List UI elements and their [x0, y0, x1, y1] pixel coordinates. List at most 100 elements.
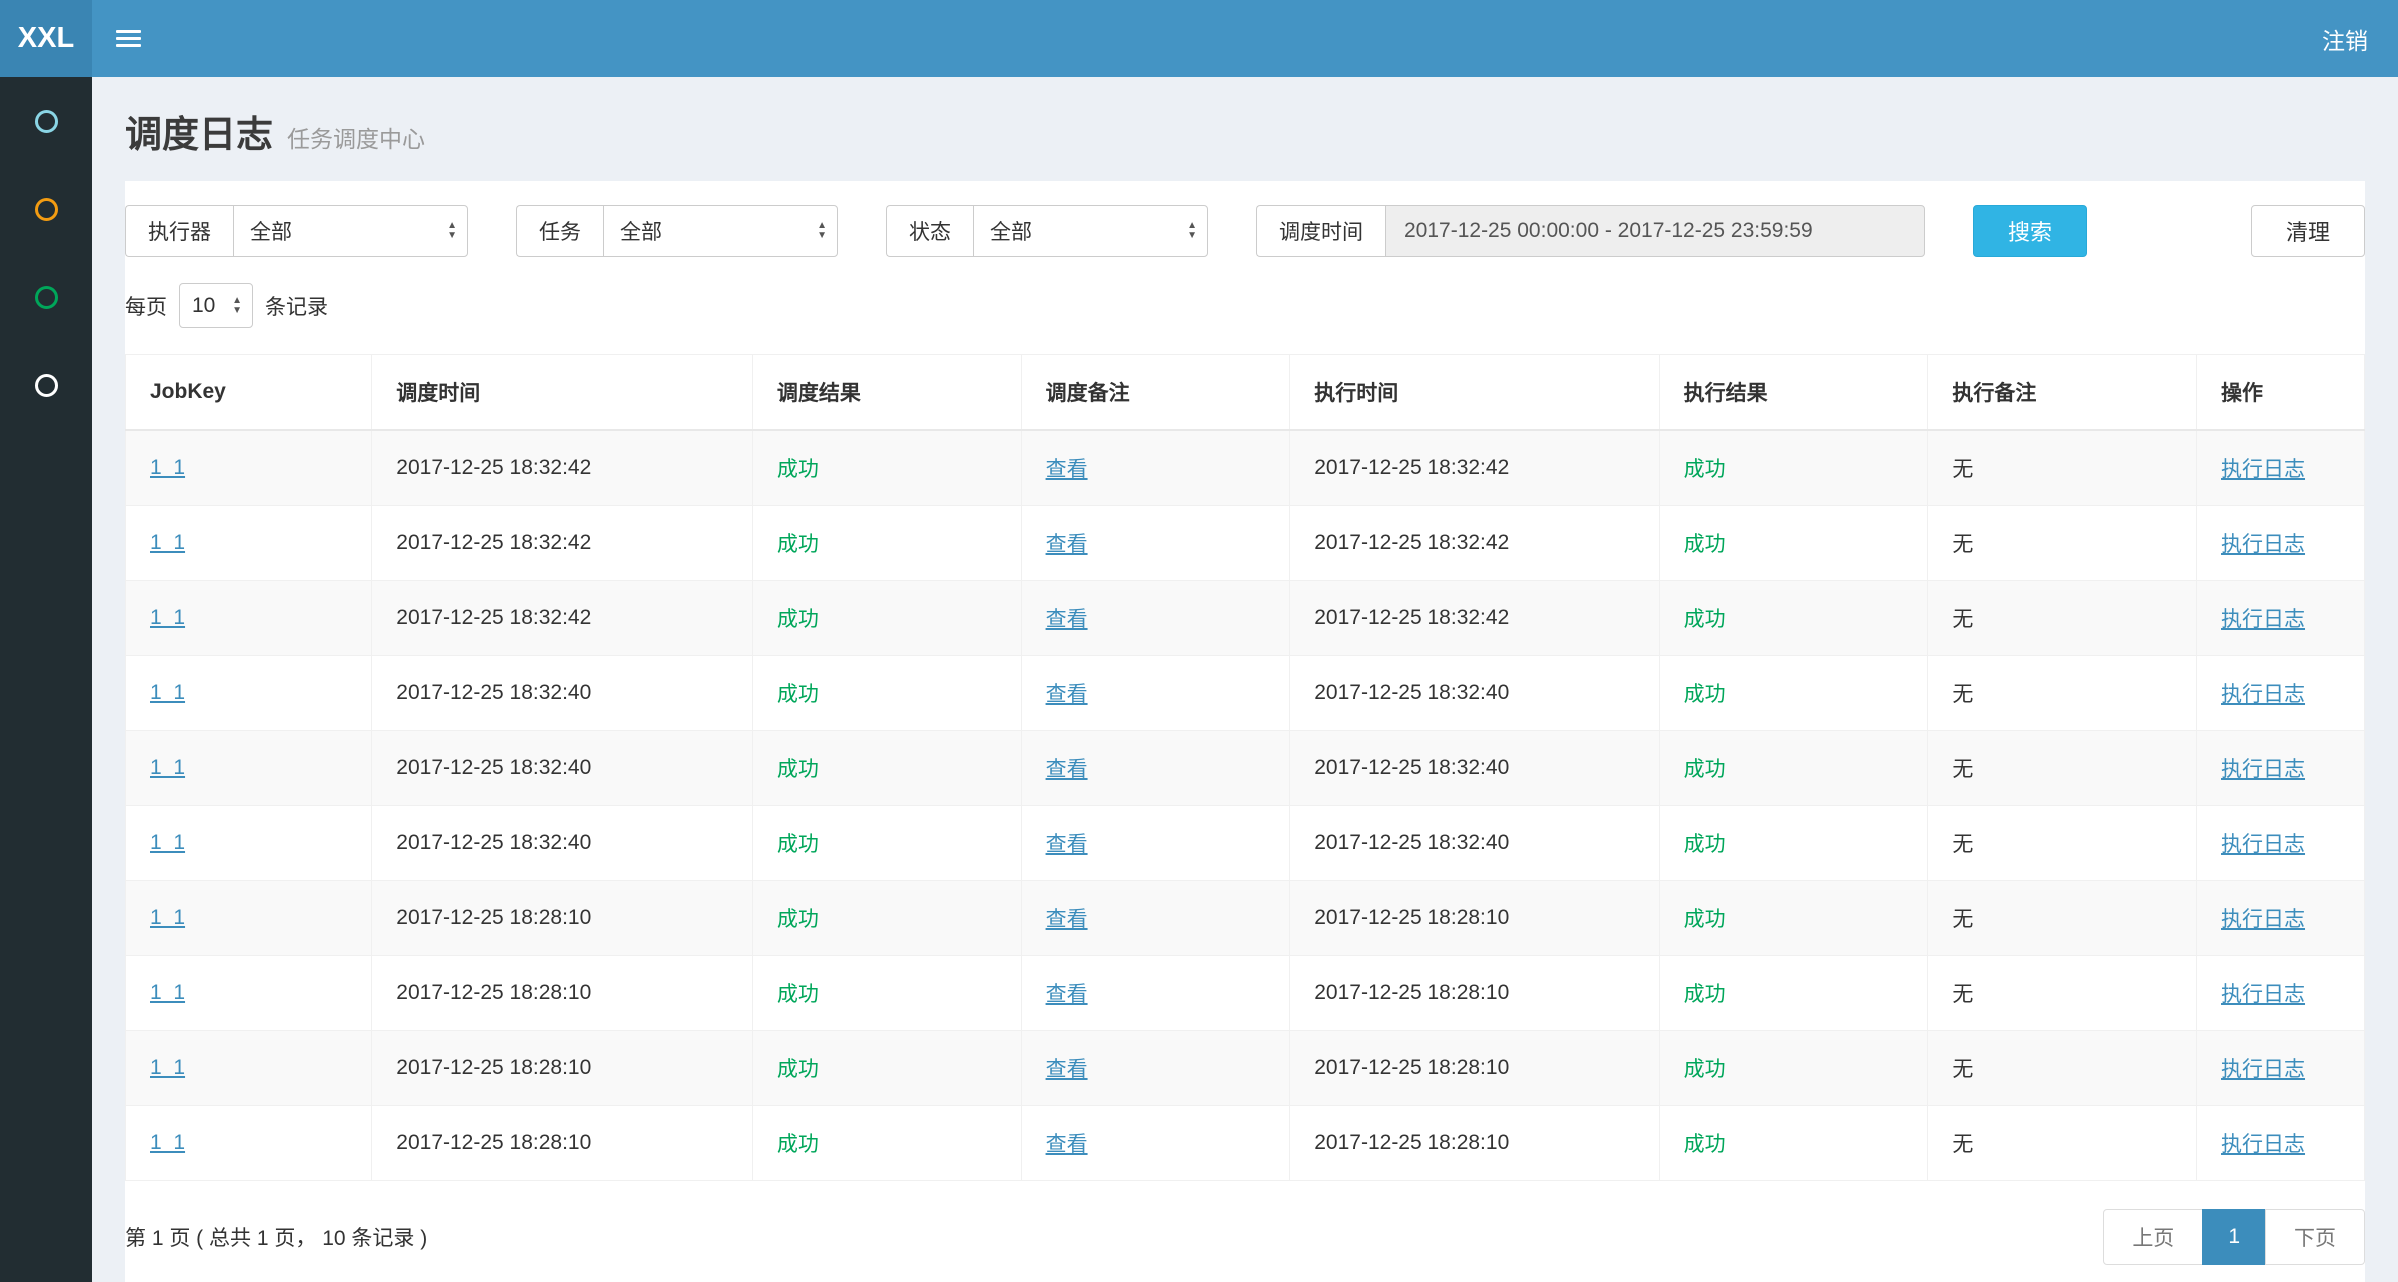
page-size-select[interactable]: 10 [179, 283, 253, 328]
status-filter-select[interactable]: 全部 [973, 205, 1208, 257]
trigger-msg-link-cell: 查看 [1021, 581, 1290, 656]
sidebar-toggle-button[interactable] [92, 0, 164, 77]
trigger-msg-link[interactable]: 查看 [1046, 758, 1088, 781]
trigger-result-cell: 成功 [752, 656, 1021, 731]
filter-toolbar: 执行器 全部 任务 全部 状态 全部 [125, 205, 2365, 257]
job-key-link[interactable]: 1_1 [150, 906, 185, 929]
search-button[interactable]: 搜索 [1973, 205, 2087, 257]
trigger-msg-link[interactable]: 查看 [1046, 833, 1088, 856]
job-key-link[interactable]: 1_1 [150, 981, 185, 1004]
handle-msg-cell: 无 [1928, 956, 2197, 1031]
content-header: 调度日志 任务调度中心 [92, 77, 2398, 181]
sidebar-item-3[interactable] [0, 253, 92, 341]
pagination-info: 第 1 页 ( 总共 1 页， 10 条记录 ) [125, 1222, 427, 1252]
exec-log-link[interactable]: 执行日志 [2221, 533, 2305, 556]
prev-page-button[interactable]: 上页 [2103, 1209, 2203, 1265]
exec-log-link-cell: 执行日志 [2197, 430, 2365, 506]
handle-result-cell: 成功 [1659, 430, 1928, 506]
trigger-time-cell: 2017-12-25 18:32:40 [372, 731, 753, 806]
col-header-trigger-msg: 调度备注 [1021, 355, 1290, 431]
handle-time-cell: 2017-12-25 18:28:10 [1290, 881, 1659, 956]
trigger-time-range-input[interactable] [1385, 205, 1925, 257]
page-title-text: 调度日志 [125, 104, 273, 158]
trigger-msg-link-cell: 查看 [1021, 806, 1290, 881]
exec-log-link[interactable]: 执行日志 [2221, 683, 2305, 706]
trigger-msg-link[interactable]: 查看 [1046, 533, 1088, 556]
job-filter: 任务 全部 [516, 205, 838, 257]
job-key-link[interactable]: 1_1 [150, 1131, 185, 1154]
handle-time-cell: 2017-12-25 18:32:40 [1290, 731, 1659, 806]
exec-log-link-cell: 执行日志 [2197, 656, 2365, 731]
job-key-link-cell: 1_1 [126, 806, 372, 881]
job-key-link-cell: 1_1 [126, 731, 372, 806]
handle-msg-cell: 无 [1928, 656, 2197, 731]
exec-log-link[interactable]: 执行日志 [2221, 608, 2305, 631]
handle-time-cell: 2017-12-25 18:32:40 [1290, 656, 1659, 731]
job-filter-select[interactable]: 全部 [603, 205, 838, 257]
exec-log-link[interactable]: 执行日志 [2221, 458, 2305, 481]
trigger-msg-link-cell: 查看 [1021, 881, 1290, 956]
exec-log-link-cell: 执行日志 [2197, 506, 2365, 581]
executor-filter-select[interactable]: 全部 [233, 205, 468, 257]
job-key-link[interactable]: 1_1 [150, 831, 185, 854]
exec-log-link[interactable]: 执行日志 [2221, 833, 2305, 856]
sidebar-item-2[interactable] [0, 165, 92, 253]
exec-log-link-cell: 执行日志 [2197, 1106, 2365, 1181]
exec-log-link-cell: 执行日志 [2197, 581, 2365, 656]
current-page-button[interactable]: 1 [2202, 1209, 2266, 1265]
exec-log-link-cell: 执行日志 [2197, 956, 2365, 1031]
job-key-link[interactable]: 1_1 [150, 456, 185, 479]
trigger-msg-link[interactable]: 查看 [1046, 908, 1088, 931]
job-key-link[interactable]: 1_1 [150, 681, 185, 704]
log-table-header: JobKey 调度时间 调度结果 调度备注 执行时间 执行结果 执行备注 操作 [126, 355, 2365, 431]
col-header-trigger-time: 调度时间 [372, 355, 753, 431]
sidebar-item-1[interactable] [0, 77, 92, 165]
trigger-result-cell: 成功 [752, 581, 1021, 656]
handle-time-cell: 2017-12-25 18:32:42 [1290, 506, 1659, 581]
trigger-result-cell: 成功 [752, 1106, 1021, 1181]
handle-msg-cell: 无 [1928, 1031, 2197, 1106]
trigger-msg-link-cell: 查看 [1021, 731, 1290, 806]
page-size-control: 每页 10 条记录 [125, 283, 2365, 328]
job-key-link-cell: 1_1 [126, 1031, 372, 1106]
handle-result-cell: 成功 [1659, 1031, 1928, 1106]
trigger-msg-link[interactable]: 查看 [1046, 683, 1088, 706]
table-footer: 第 1 页 ( 总共 1 页， 10 条记录 ) 上页 1 下页 [125, 1209, 2365, 1265]
trigger-msg-link[interactable]: 查看 [1046, 608, 1088, 631]
clear-button[interactable]: 清理 [2251, 205, 2365, 257]
trigger-msg-link[interactable]: 查看 [1046, 1058, 1088, 1081]
trigger-msg-link[interactable]: 查看 [1046, 1133, 1088, 1156]
job-key-link-cell: 1_1 [126, 1106, 372, 1181]
trigger-time-cell: 2017-12-25 18:32:42 [372, 506, 753, 581]
trigger-result-cell: 成功 [752, 731, 1021, 806]
status-filter-label: 状态 [886, 205, 973, 257]
col-header-handle-result: 执行结果 [1659, 355, 1928, 431]
trigger-msg-link[interactable]: 查看 [1046, 983, 1088, 1006]
next-page-button[interactable]: 下页 [2265, 1209, 2365, 1265]
exec-log-link[interactable]: 执行日志 [2221, 983, 2305, 1006]
job-key-link[interactable]: 1_1 [150, 1056, 185, 1079]
handle-time-cell: 2017-12-25 18:28:10 [1290, 956, 1659, 1031]
exec-log-link[interactable]: 执行日志 [2221, 758, 2305, 781]
app-logo[interactable]: XXL [0, 0, 92, 77]
handle-msg-cell: 无 [1928, 506, 2197, 581]
sidebar-item-4[interactable] [0, 341, 92, 429]
exec-log-link[interactable]: 执行日志 [2221, 908, 2305, 931]
trigger-msg-link[interactable]: 查看 [1046, 458, 1088, 481]
exec-log-link-cell: 执行日志 [2197, 881, 2365, 956]
handle-time-cell: 2017-12-25 18:28:10 [1290, 1106, 1659, 1181]
exec-log-link[interactable]: 执行日志 [2221, 1058, 2305, 1081]
trigger-result-cell: 成功 [752, 506, 1021, 581]
page-size-suffix: 条记录 [265, 291, 328, 321]
logout-link[interactable]: 注销 [2292, 22, 2398, 56]
job-key-link[interactable]: 1_1 [150, 531, 185, 554]
handle-result-cell: 成功 [1659, 656, 1928, 731]
table-row: 1_12017-12-25 18:32:42成功查看2017-12-25 18:… [126, 581, 2365, 656]
trigger-result-cell: 成功 [752, 881, 1021, 956]
job-key-link[interactable]: 1_1 [150, 756, 185, 779]
exec-log-link[interactable]: 执行日志 [2221, 1133, 2305, 1156]
circle-icon [35, 286, 58, 309]
handle-msg-cell: 无 [1928, 806, 2197, 881]
page-title: 调度日志 任务调度中心 [125, 104, 2365, 158]
job-key-link[interactable]: 1_1 [150, 606, 185, 629]
